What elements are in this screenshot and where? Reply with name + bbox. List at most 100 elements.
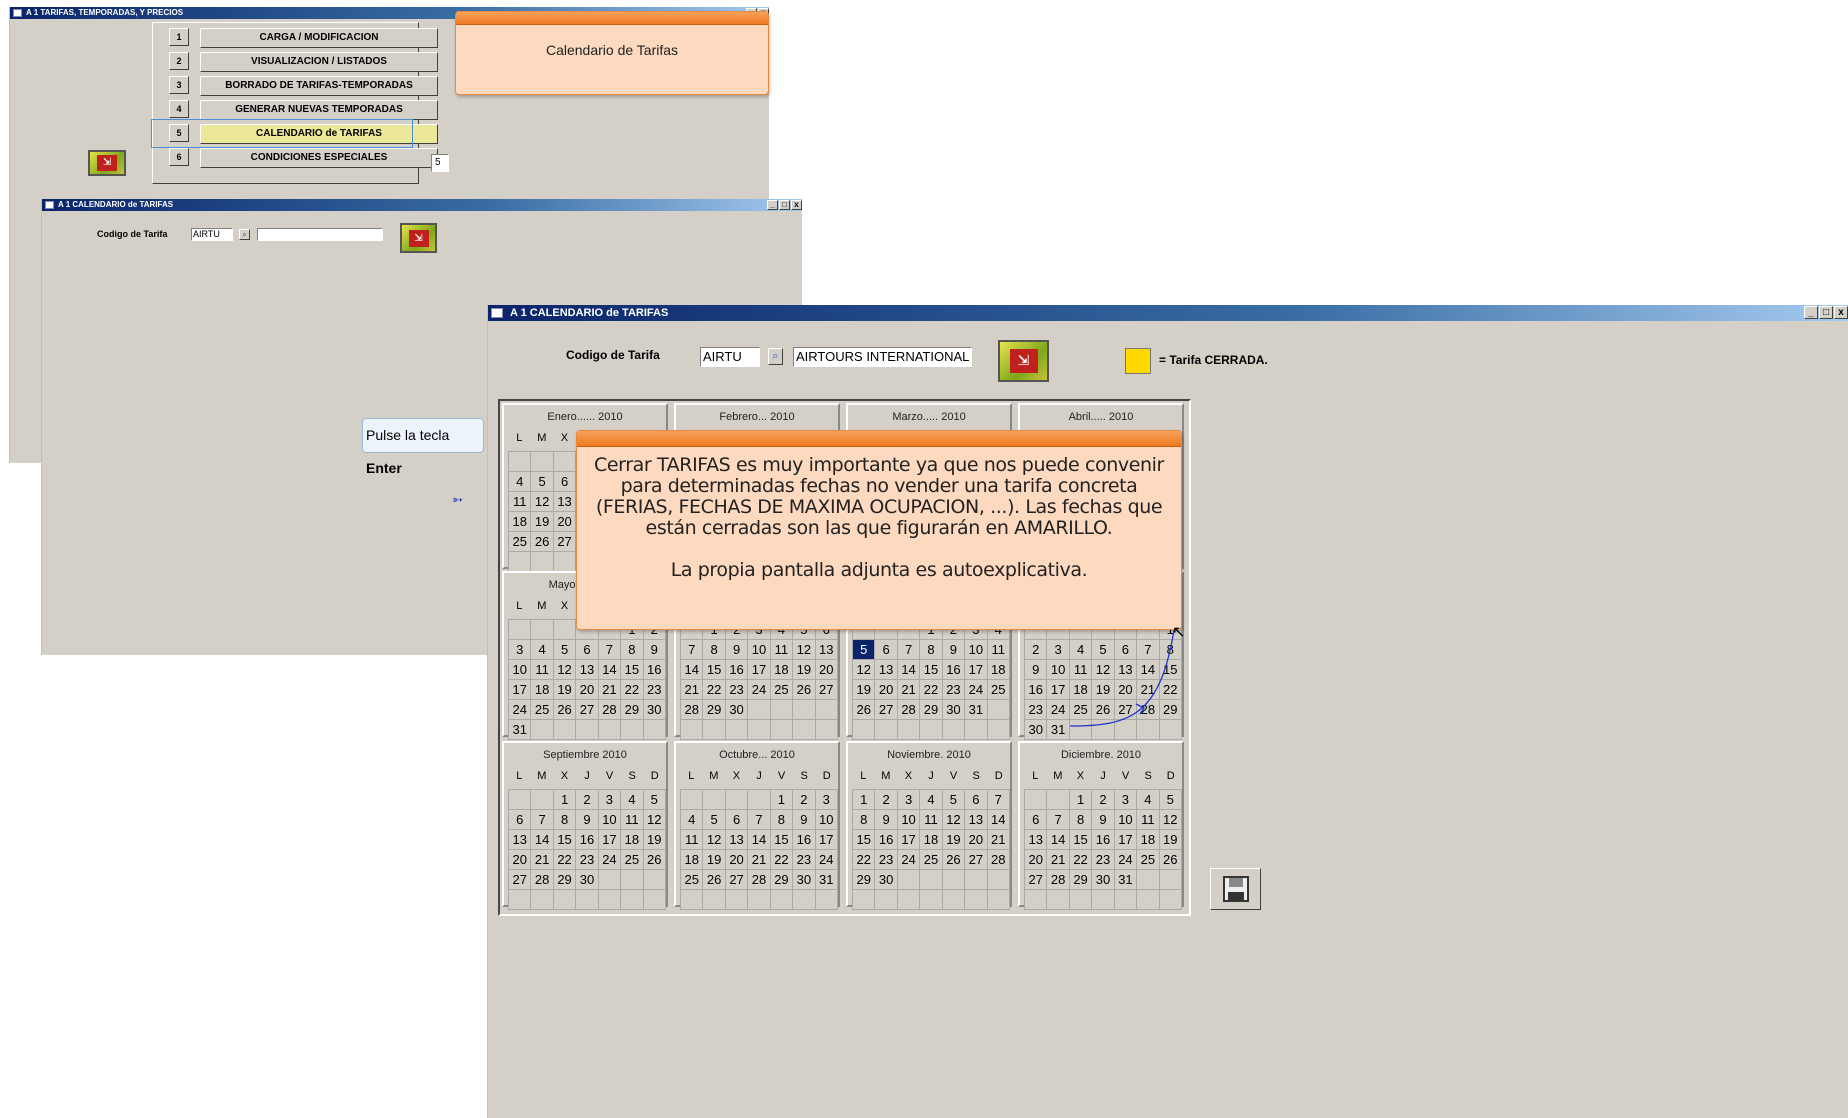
day-cell[interactable]: 28 bbox=[681, 700, 704, 720]
day-cell[interactable]: 27 bbox=[553, 532, 577, 552]
day-cell[interactable]: 23 bbox=[576, 850, 599, 870]
day-cell[interactable]: 7 bbox=[987, 790, 1010, 810]
search-button[interactable]: ⌕ bbox=[239, 229, 250, 240]
day-cell[interactable]: 24 bbox=[598, 850, 622, 870]
day-cell[interactable]: 5 bbox=[643, 790, 666, 810]
day-cell[interactable]: 25 bbox=[770, 680, 794, 700]
day-cell[interactable]: 13 bbox=[815, 640, 838, 660]
day-cell[interactable]: 15 bbox=[621, 660, 644, 680]
day-cell[interactable]: 13 bbox=[965, 810, 988, 830]
day-cell[interactable]: 10 bbox=[748, 640, 771, 660]
day-cell[interactable]: 5 bbox=[531, 472, 554, 492]
day-cell[interactable]: 6 bbox=[1025, 810, 1048, 830]
day-cell[interactable]: 13 bbox=[553, 492, 577, 512]
day-cell[interactable]: 1 bbox=[553, 790, 577, 810]
day-cell[interactable]: 19 bbox=[703, 850, 726, 870]
day-cell[interactable]: 15 bbox=[553, 830, 577, 850]
day-cell[interactable]: 10 bbox=[815, 810, 838, 830]
day-cell[interactable]: 31 bbox=[1114, 870, 1138, 890]
day-cell[interactable]: 29 bbox=[703, 700, 726, 720]
day-cell[interactable]: 28 bbox=[987, 850, 1010, 870]
day-cell[interactable]: 9 bbox=[793, 810, 816, 830]
day-cell[interactable]: 7 bbox=[1047, 810, 1070, 830]
menu-button-4[interactable]: GENERAR NUEVAS TEMPORADAS bbox=[200, 100, 438, 120]
day-cell[interactable]: 25 bbox=[920, 850, 943, 870]
day-cell[interactable]: 7 bbox=[748, 810, 771, 830]
day-cell[interactable]: 12 bbox=[853, 660, 876, 680]
day-cell[interactable]: 7 bbox=[531, 810, 554, 830]
day-cell[interactable]: 6 bbox=[875, 640, 898, 660]
day-cell[interactable]: 20 bbox=[509, 850, 532, 870]
menu-number-6[interactable]: 6 bbox=[169, 148, 189, 166]
day-cell[interactable]: 13 bbox=[576, 660, 599, 680]
day-cell[interactable]: 21 bbox=[681, 680, 704, 700]
day-cell[interactable]: 8 bbox=[621, 640, 644, 660]
day-cell[interactable]: 14 bbox=[681, 660, 704, 680]
day-cell[interactable]: 14 bbox=[748, 830, 771, 850]
day-cell[interactable]: 25 bbox=[681, 870, 704, 890]
day-cell[interactable]: 20 bbox=[553, 512, 577, 532]
day-cell[interactable]: 13 bbox=[509, 830, 532, 850]
day-cell[interactable]: 18 bbox=[1137, 830, 1160, 850]
day-cell[interactable]: 26 bbox=[643, 850, 666, 870]
code-input[interactable]: AIRTU bbox=[191, 228, 233, 241]
day-cell[interactable]: 9 bbox=[1025, 660, 1048, 680]
day-cell[interactable]: 6 bbox=[553, 472, 577, 492]
day-cell[interactable]: 22 bbox=[770, 850, 794, 870]
day-cell[interactable]: 18 bbox=[770, 660, 794, 680]
search-button[interactable]: ⌕ bbox=[768, 348, 783, 365]
day-cell[interactable]: 27 bbox=[965, 850, 988, 870]
day-cell[interactable]: 25 bbox=[987, 680, 1010, 700]
close-button[interactable]: x bbox=[1834, 306, 1848, 319]
day-cell[interactable]: 18 bbox=[509, 512, 532, 532]
day-cell[interactable]: 14 bbox=[987, 810, 1010, 830]
day-cell[interactable]: 7 bbox=[681, 640, 704, 660]
day-cell[interactable]: 8 bbox=[770, 810, 794, 830]
day-cell[interactable]: 27 bbox=[725, 870, 749, 890]
day-cell[interactable]: 9 bbox=[942, 640, 966, 660]
day-cell[interactable]: 12 bbox=[942, 810, 966, 830]
menu-number-4[interactable]: 4 bbox=[169, 100, 189, 118]
day-cell[interactable]: 17 bbox=[897, 830, 921, 850]
day-cell[interactable]: 27 bbox=[815, 680, 838, 700]
day-cell[interactable]: 27 bbox=[1025, 870, 1048, 890]
day-cell[interactable]: 23 bbox=[875, 850, 898, 870]
day-cell[interactable]: 28 bbox=[897, 700, 921, 720]
name-input[interactable]: AIRTOURS INTERNATIONAL bbox=[793, 347, 972, 367]
day-cell[interactable]: 9 bbox=[1092, 810, 1115, 830]
day-cell[interactable]: 4 bbox=[509, 472, 532, 492]
maximize-button[interactable]: □ bbox=[1819, 306, 1833, 319]
day-cell[interactable]: 6 bbox=[725, 810, 749, 830]
day-cell[interactable]: 24 bbox=[897, 850, 921, 870]
day-cell[interactable]: 4 bbox=[920, 790, 943, 810]
day-cell[interactable]: 2 bbox=[576, 790, 599, 810]
day-cell[interactable]: 16 bbox=[793, 830, 816, 850]
day-cell[interactable]: 11 bbox=[920, 810, 943, 830]
day-cell[interactable]: 20 bbox=[815, 660, 838, 680]
day-cell[interactable]: 7 bbox=[897, 640, 921, 660]
day-cell[interactable]: 11 bbox=[1137, 810, 1160, 830]
day-cell[interactable]: 24 bbox=[965, 680, 988, 700]
day-cell[interactable]: 14 bbox=[897, 660, 921, 680]
day-cell[interactable]: 10 bbox=[1114, 810, 1138, 830]
day-cell[interactable]: 2 bbox=[793, 790, 816, 810]
day-cell[interactable]: 11 bbox=[770, 640, 794, 660]
day-cell[interactable]: 22 bbox=[1069, 850, 1093, 870]
day-cell[interactable]: 10 bbox=[897, 810, 921, 830]
day-cell[interactable]: 16 bbox=[1092, 830, 1115, 850]
day-cell[interactable]: 17 bbox=[815, 830, 838, 850]
day-cell[interactable]: 24 bbox=[1114, 850, 1138, 870]
day-cell[interactable]: 5 bbox=[703, 810, 726, 830]
day-cell[interactable]: 26 bbox=[942, 850, 966, 870]
day-cell[interactable]: 16 bbox=[942, 660, 966, 680]
day-cell[interactable]: 7 bbox=[598, 640, 622, 660]
minimize-button[interactable]: _ bbox=[767, 200, 778, 210]
day-cell[interactable]: 31 bbox=[815, 870, 838, 890]
day-cell[interactable]: 11 bbox=[987, 640, 1010, 660]
day-cell[interactable]: 9 bbox=[643, 640, 666, 660]
day-cell[interactable]: 27 bbox=[576, 700, 599, 720]
day-cell[interactable]: 30 bbox=[1092, 870, 1115, 890]
day-cell[interactable]: 23 bbox=[1025, 700, 1048, 720]
minimize-button[interactable]: _ bbox=[1804, 306, 1818, 319]
day-cell[interactable]: 12 bbox=[531, 492, 554, 512]
